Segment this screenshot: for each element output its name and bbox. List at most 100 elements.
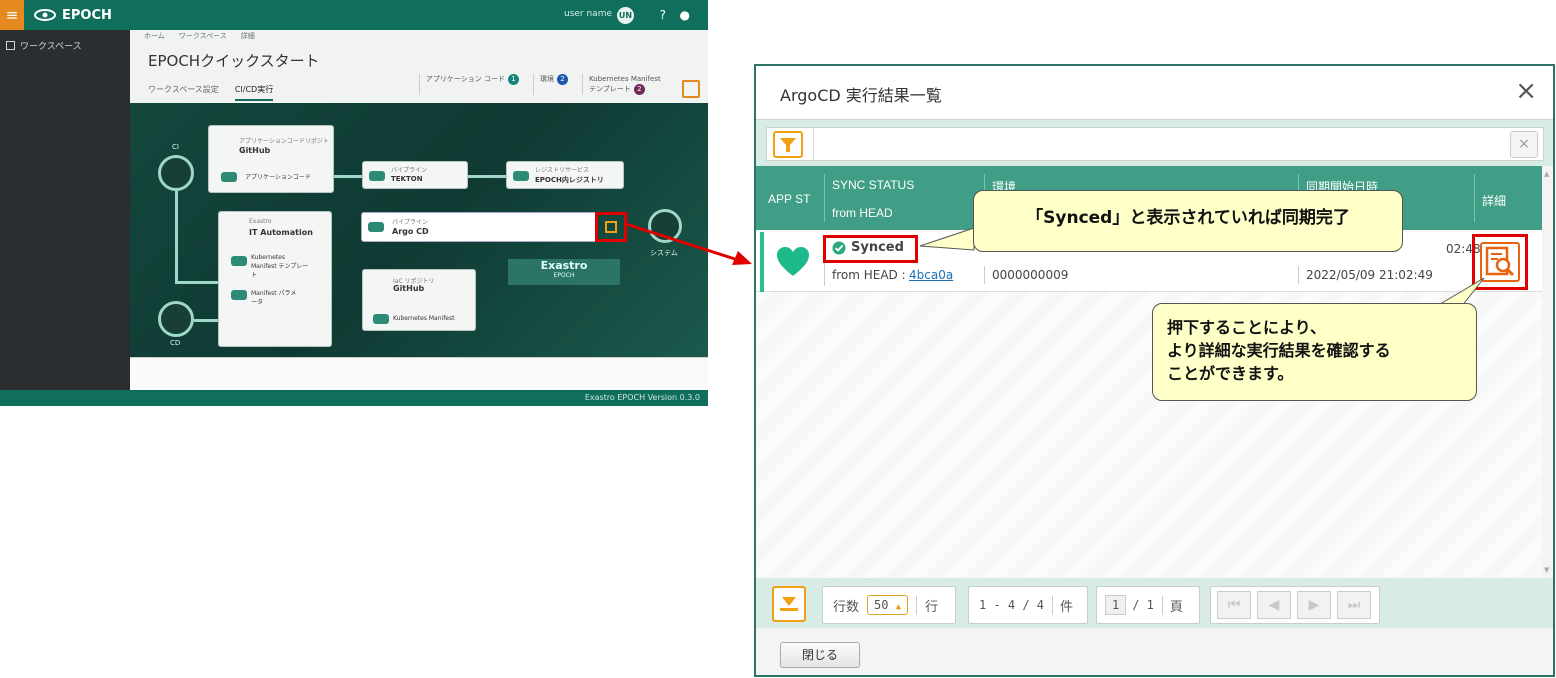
scrollbar[interactable]: ▲ ▼	[1542, 166, 1553, 578]
callout-detail-note: 押下することにより、 より詳細な実行結果を確認する ことができます。	[1152, 303, 1477, 401]
argocd-label: Argo CD	[392, 227, 429, 236]
filter-clear-button[interactable]: ×	[1510, 131, 1538, 158]
counter-badge: 2	[557, 74, 568, 85]
env-id: 0000000009	[992, 268, 1069, 282]
iac-manifest-label: Kubernetes Manifest	[393, 315, 455, 322]
breadcrumb-workspace[interactable]: ワークスペース	[179, 31, 227, 41]
pipeline-caption: パイプライン	[392, 219, 429, 226]
col-app-status: APP ST	[768, 192, 811, 206]
sidebar-item-label: ワークスペース	[20, 42, 82, 52]
document-settings-icon[interactable]	[682, 80, 700, 98]
page-unit: 頁	[1161, 595, 1183, 615]
counter-label: 環境	[540, 75, 554, 83]
tab-workspace-settings[interactable]: ワークスペース設定	[148, 84, 219, 101]
counter-label: アプリケーション コード	[425, 75, 505, 83]
help-icon[interactable]: ?	[660, 8, 666, 22]
resource-counters: アプリケーション コード 1 環境 2 Kubernetes Manifest テン…	[418, 74, 668, 95]
manifest-icon	[373, 314, 389, 324]
record-range: 1 - 4 / 4 件	[968, 586, 1088, 624]
registry-label: EPOCH内レジストリ	[535, 176, 604, 184]
template-icon	[231, 256, 247, 266]
page-total: / 1	[1132, 598, 1154, 612]
rows-per-page: 行数 50 ▲ 行	[822, 586, 956, 624]
close-button[interactable]: 閉じる	[780, 642, 860, 668]
version-footer: Exastro EPOCH Version 0.3.0	[0, 390, 708, 406]
page-input[interactable]: 1	[1105, 595, 1127, 615]
detail-note-line2: より詳細な実行結果を確認する	[1167, 341, 1391, 360]
rows-select[interactable]: 50 ▲	[867, 595, 909, 615]
param-icon	[231, 290, 247, 300]
avatar[interactable]: UN	[617, 7, 634, 24]
download-icon	[780, 597, 798, 611]
count-unit: 件	[1052, 595, 1073, 615]
download-button[interactable]	[772, 586, 806, 622]
top-bar: ≡ EPOCH user name UN ? ●	[0, 0, 708, 30]
registry-box[interactable]: レジストリサービス EPOCH内レジストリ	[506, 161, 624, 189]
pipeline-icon	[369, 171, 385, 181]
list-icon	[6, 41, 15, 50]
prev-page-icon[interactable]: ◀	[1257, 591, 1291, 619]
code-icon	[221, 172, 237, 182]
bottom-panel	[130, 357, 708, 390]
sidebar-item-workspace[interactable]: ワークスペース	[6, 39, 82, 52]
brand-text: Exastro	[540, 259, 588, 272]
rows-unit: 行	[916, 595, 938, 615]
app-code-repo-box[interactable]: アプリケーションコードリポジトリ GitHub アプリケーションコード	[208, 125, 334, 193]
bell-icon[interactable]: ●	[680, 8, 690, 22]
page-nav: ⏮ ◀ ▶ ⏭	[1210, 586, 1380, 624]
tab-bar: ワークスペース設定 CI/CD実行	[148, 84, 274, 101]
scroll-down-icon[interactable]: ▼	[1544, 566, 1549, 574]
commit-link[interactable]: 4bca0a	[909, 268, 953, 282]
pipeline-icon	[368, 222, 384, 232]
ita-caption: Exastro	[249, 218, 272, 225]
flow-line	[175, 281, 220, 284]
close-icon[interactable]: ×	[1515, 78, 1537, 104]
filter-button[interactable]	[773, 131, 803, 158]
next-page-icon[interactable]: ▶	[1297, 591, 1331, 619]
page-indicator: 1 / 1 頁	[1096, 586, 1200, 624]
breadcrumb-home[interactable]: ホーム	[144, 31, 165, 41]
divider	[1474, 174, 1475, 222]
breadcrumb: ホーム ワークスペース 詳細	[144, 31, 255, 41]
manifest-param-label: Manifest パラメータ	[251, 290, 297, 306]
registry-caption: レジストリサービス	[535, 167, 590, 174]
user-name: user name	[563, 9, 612, 19]
col-sync-status: SYNC STATUS	[832, 178, 915, 192]
epoch-logo: EPOCH	[34, 8, 112, 23]
sidebar: ワークスペース	[0, 30, 130, 390]
iac-repo-box[interactable]: IaC リポジトリ GitHub Kubernetes Manifest	[362, 269, 476, 331]
last-page-icon[interactable]: ⏭	[1337, 591, 1371, 619]
filter-bar: ×	[756, 120, 1553, 166]
ita-box[interactable]: Exastro IT Automation Kubernetes Manifes…	[218, 211, 332, 347]
exastro-epoch-brand: Exastro EPOCH	[508, 259, 620, 285]
caret-up-icon: ▲	[895, 602, 902, 612]
ita-name: IT Automation	[249, 228, 313, 237]
argocd-pipeline-box[interactable]: パイプライン Argo CD	[361, 212, 598, 242]
pipeline-caption: パイプライン	[391, 167, 428, 174]
detail-note-line3: ことができます。	[1167, 364, 1294, 383]
tab-cicd-run[interactable]: CI/CD実行	[234, 84, 274, 101]
brand-sub: EPOCH	[553, 272, 575, 279]
counter-env: 環境 2	[533, 74, 568, 95]
callout-synced-note: 「Synced」と表示されていれば同期完了	[973, 190, 1403, 252]
cd-user-icon	[158, 301, 194, 337]
first-page-icon[interactable]: ⏮	[1217, 591, 1251, 619]
counter-badge: 1	[508, 74, 519, 85]
logo-text: EPOCH	[62, 7, 112, 23]
tekton-pipeline-box[interactable]: パイプライン TEKTON	[362, 161, 468, 189]
counter-label: Kubernetes Manifest テンプレート	[589, 75, 661, 93]
breadcrumb-detail: 詳細	[240, 32, 255, 40]
rows-label: 行数	[833, 599, 860, 615]
k8s-template-label: Kubernetes Manifest テンプレート	[251, 254, 309, 279]
result-list-icon	[605, 221, 617, 233]
figure-stage: ≡ EPOCH user name UN ? ● ワークスペース ホーム ワーク…	[0, 0, 1556, 678]
col-detail: 詳細	[1482, 194, 1507, 208]
epoch-app-screenshot: ≡ EPOCH user name UN ? ● ワークスペース ホーム ワーク…	[0, 0, 708, 406]
registry-icon	[513, 171, 529, 181]
divider	[824, 174, 825, 222]
scroll-up-icon[interactable]: ▲	[1544, 170, 1549, 178]
red-arrow-icon	[625, 222, 752, 265]
iac-name: GitHub	[393, 284, 425, 293]
hamburger-menu-icon[interactable]: ≡	[0, 0, 24, 30]
filter-icon	[780, 138, 796, 152]
